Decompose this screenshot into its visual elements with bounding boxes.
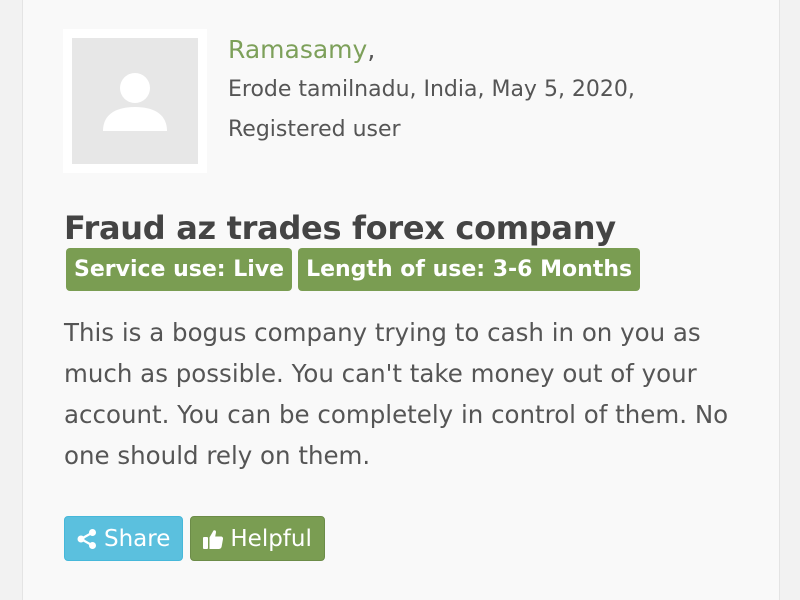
helpful-button-label: Helpful (230, 525, 312, 552)
review-actions: Share Helpful (64, 516, 325, 561)
avatar (63, 29, 207, 173)
author-user-type: Registered user (228, 117, 401, 142)
author-info: Ramasamy, Erode tamilnadu, India, May 5,… (228, 30, 635, 150)
author-name[interactable]: Ramasamy (228, 35, 367, 64)
avatar-placeholder (72, 38, 198, 164)
author-name-comma: , (367, 35, 376, 64)
service-use-badge: Service use: Live (66, 248, 293, 291)
review-badges: Service use: Live Length of use: 3-6 Mon… (66, 248, 641, 291)
user-silhouette-icon (103, 73, 167, 131)
share-icon (77, 528, 96, 549)
share-button-label: Share (104, 525, 171, 552)
thumbs-up-icon (203, 529, 224, 549)
share-button[interactable]: Share (64, 516, 184, 561)
length-of-use-badge: Length of use: 3-6 Months (298, 248, 641, 291)
review-text: This is a bogus company trying to cash i… (64, 318, 729, 470)
author-name-line: Ramasamy, (228, 30, 635, 70)
review-card: Ramasamy, Erode tamilnadu, India, May 5,… (22, 0, 780, 600)
author-location-date: Erode tamilnadu, India, May 5, 2020, (228, 77, 635, 102)
review-title: Fraud az trades forex company (64, 209, 616, 247)
helpful-button[interactable]: Helpful (190, 516, 325, 561)
